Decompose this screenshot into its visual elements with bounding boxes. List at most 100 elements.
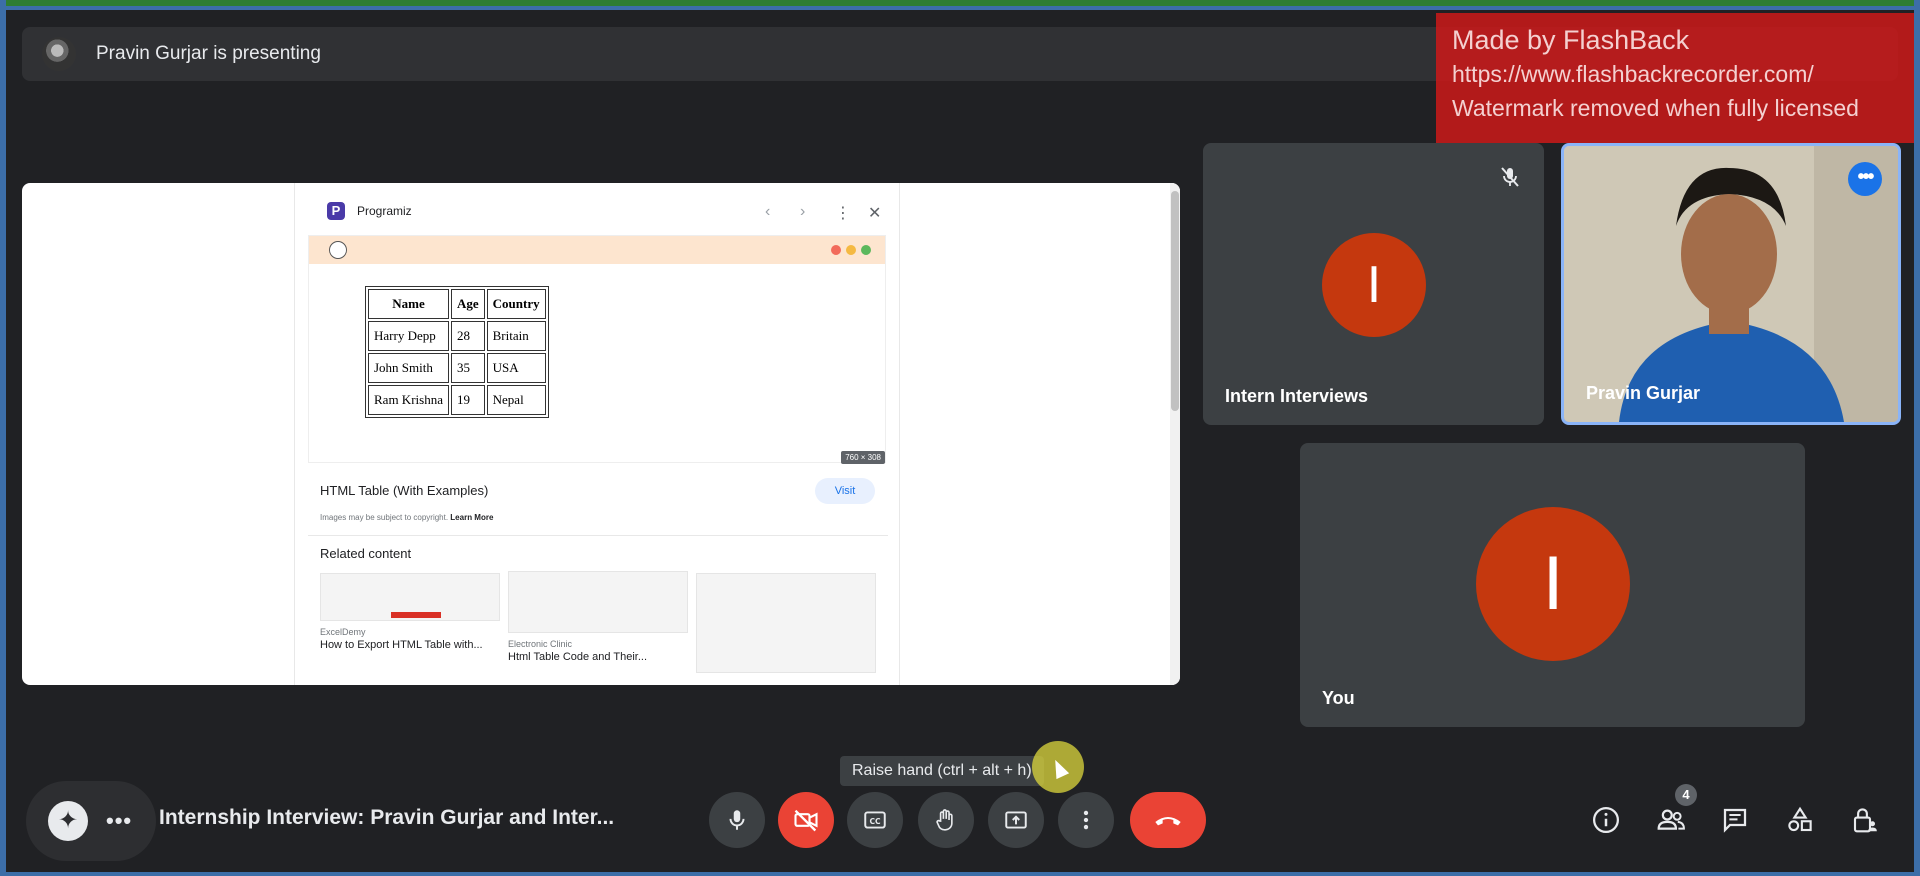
info-icon — [1593, 807, 1619, 833]
related-thumbnail — [696, 573, 876, 673]
participant-tile-intern-interviews[interactable]: I Intern Interviews — [1203, 143, 1544, 425]
visit-button[interactable]: Visit — [815, 478, 875, 504]
table-row: Ram Krishna 19 Nepal — [368, 385, 546, 415]
people-count-badge: 4 — [1675, 784, 1697, 806]
related-title: Html Table Code and Their... — [508, 651, 648, 663]
hang-up-icon — [1155, 817, 1181, 826]
table-cell: USA — [486, 353, 546, 383]
shared-screen: P Programiz ‹ › ⋮ ✕ Name Age Country Har… — [22, 183, 1180, 685]
people-icon — [1657, 809, 1685, 830]
meeting-title: Internship Interview: Pravin Gurjar and … — [159, 806, 615, 829]
raise-hand-button[interactable] — [918, 792, 974, 848]
present-screen-icon — [1005, 811, 1027, 829]
hand-icon — [936, 809, 953, 831]
related-heading: Related content — [320, 546, 412, 561]
activities-button[interactable] — [1780, 800, 1820, 840]
camera-off-icon — [794, 809, 818, 832]
window-dot-red — [831, 245, 841, 255]
table-cell: Harry Depp — [368, 321, 449, 351]
participant-more-button[interactable]: ••• — [1848, 162, 1882, 196]
svg-text:CC: CC — [869, 817, 881, 826]
lock-person-icon — [1853, 808, 1877, 833]
window-dot-green — [861, 245, 871, 255]
participant-tile-you[interactable]: I You — [1300, 443, 1805, 727]
globe-icon — [329, 241, 347, 259]
more-vert-icon[interactable]: ⋮ — [835, 203, 851, 223]
prev-arrow-icon[interactable]: ‹ — [765, 203, 770, 221]
participant-tile-pravin-gurjar[interactable]: ••• Pravin Gurjar — [1561, 143, 1901, 425]
related-card[interactable] — [696, 573, 876, 673]
mic-icon — [729, 810, 745, 830]
image-preview[interactable]: Name Age Country Harry Depp 28 Britain J… — [308, 235, 886, 463]
related-title: How to Export HTML Table with... — [320, 639, 483, 651]
participant-name: You — [1322, 688, 1355, 708]
table-row: John Smith 35 USA — [368, 353, 546, 383]
activities-icon[interactable]: ✦ — [48, 801, 88, 841]
leave-call-button[interactable] — [1130, 792, 1206, 848]
table-cell: Nepal — [486, 385, 546, 415]
camera-button[interactable] — [778, 792, 834, 848]
table-cell: 28 — [450, 321, 485, 351]
result-title[interactable]: HTML Table (With Examples) — [320, 483, 488, 498]
window-dot-yellow — [846, 245, 856, 255]
table-row: Harry Depp 28 Britain — [368, 321, 546, 351]
watermark-notice: Watermark removed when fully licensed — [1452, 95, 1859, 121]
table-header: Name — [368, 289, 449, 319]
related-source: Electronic Clinic — [508, 639, 573, 649]
captions-button[interactable]: CC — [847, 792, 903, 848]
learn-more-link[interactable]: Learn More — [450, 513, 493, 522]
presenting-label: Pravin Gurjar is presenting — [96, 43, 321, 64]
copyright-text: Images may be subject to copyright. — [320, 513, 449, 522]
table-cell: 19 — [450, 385, 485, 415]
next-arrow-icon[interactable]: › — [800, 203, 805, 221]
more-options-icon[interactable]: ••• — [106, 808, 132, 834]
presenter-avatar — [42, 37, 76, 71]
table-cell: Ram Krishna — [368, 385, 449, 415]
meeting-details-button[interactable] — [1586, 800, 1626, 840]
image-result-panel: P Programiz ‹ › ⋮ ✕ Name Age Country Har… — [294, 183, 900, 685]
preview-browser-bar — [309, 236, 885, 264]
participant-name: Pravin Gurjar — [1586, 383, 1701, 403]
table-cell: 35 — [450, 353, 485, 383]
image-size-badge: 760 × 308 — [841, 451, 885, 464]
close-icon[interactable]: ✕ — [868, 203, 881, 223]
recorder-watermark: Made by FlashBack https://www.flashbackr… — [1436, 13, 1920, 143]
copyright-note: Images may be subject to copyright. Lear… — [320, 513, 493, 522]
participant-avatar: I — [1322, 233, 1426, 337]
participant-avatar: I — [1476, 507, 1630, 661]
site-name: Programiz — [357, 204, 412, 218]
microphone-button[interactable] — [709, 792, 765, 848]
shapes-icon — [1788, 806, 1812, 832]
people-button[interactable] — [1651, 800, 1691, 840]
scrollbar-thumb[interactable] — [1171, 191, 1179, 411]
chat-icon — [1723, 808, 1747, 833]
related-thumbnail — [320, 573, 500, 621]
table-cell: John Smith — [368, 353, 449, 383]
more-options-button[interactable] — [1058, 792, 1114, 848]
table-header: Country — [486, 289, 546, 319]
activities-pill[interactable]: ✦ ••• — [26, 781, 156, 861]
table-cell: Britain — [486, 321, 546, 351]
participant-video — [1564, 146, 1898, 422]
chat-button[interactable] — [1715, 800, 1755, 840]
raise-hand-tooltip: Raise hand (ctrl + alt + h) — [840, 756, 1044, 786]
divider — [308, 535, 888, 536]
more-vert-icon — [1083, 810, 1089, 830]
watermark-title: Made by FlashBack — [1452, 25, 1690, 55]
mic-off-icon — [1501, 167, 1519, 187]
present-now-button[interactable] — [988, 792, 1044, 848]
related-card[interactable]: ExcelDemy How to Export HTML Table with.… — [320, 573, 500, 651]
preview-table: Name Age Country Harry Depp 28 Britain J… — [365, 286, 549, 418]
related-thumbnail — [508, 571, 688, 633]
watermark-url: https://www.flashbackrecorder.com/ — [1452, 61, 1814, 87]
captions-icon: CC — [864, 811, 886, 829]
related-card[interactable]: Electronic Clinic Html Table Code and Th… — [508, 571, 688, 663]
scrollbar[interactable] — [1170, 183, 1180, 685]
participant-name: Intern Interviews — [1225, 386, 1369, 406]
host-controls-button[interactable] — [1845, 800, 1885, 840]
related-source: ExcelDemy — [320, 627, 366, 637]
table-header: Age — [450, 289, 485, 319]
window-top-border — [0, 6, 1920, 10]
panel-header: P Programiz ‹ › ⋮ ✕ — [295, 183, 901, 239]
site-logo-icon: P — [327, 202, 345, 220]
